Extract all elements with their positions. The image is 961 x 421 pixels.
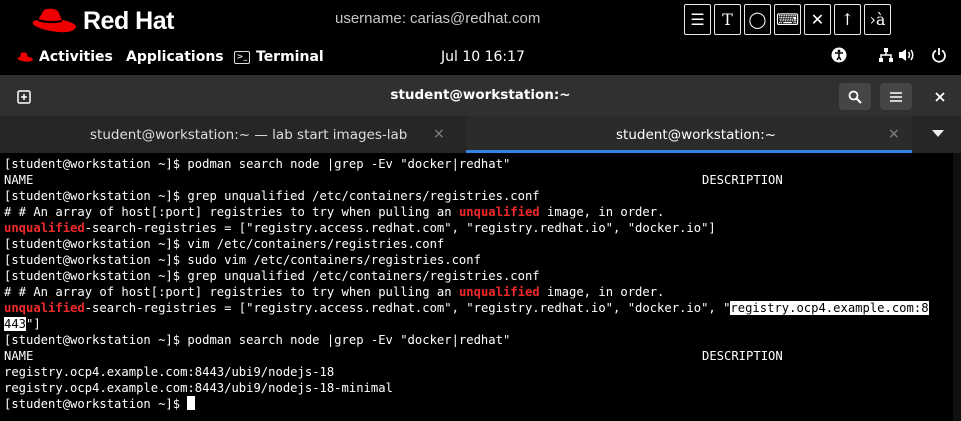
search-icon: [848, 90, 862, 104]
grep-match: unqualified: [4, 221, 85, 235]
tab-lab-start[interactable]: student@workstation:~ — lab start images…: [0, 116, 466, 153]
line-text: [student@workstation ~]$ podman search n…: [4, 333, 511, 347]
line-text: image, in order.: [539, 205, 665, 219]
line-text: [student@workstation ~]$ podman search n…: [4, 157, 511, 171]
terminal-label: Terminal: [256, 49, 324, 65]
terminal-line: # # An array of host[:port] registries t…: [4, 284, 664, 300]
line-text: [student@workstation ~]$: [4, 397, 188, 411]
line-text: registry.ocp4.example.com:8443/ubi9/node…: [4, 365, 335, 379]
terminal-line: [student@workstation ~]$ vim /etc/contai…: [4, 236, 444, 252]
terminal-line: unqualified-search-registries = ["regist…: [4, 220, 716, 236]
terminal-output[interactable]: [student@workstation ~]$ podman search n…: [0, 153, 961, 421]
tab-workstation[interactable]: student@workstation:~ ×: [466, 116, 912, 153]
line-text: [student@workstation ~]$ grep unqualifie…: [4, 189, 540, 203]
line-text: [student@workstation ~]$ vim /etc/contai…: [4, 237, 445, 251]
terminal-line: unqualified-search-registries = ["regist…: [4, 300, 929, 316]
terminal-line: [student@workstation ~]$: [4, 396, 196, 412]
terminal-headerbar: student@workstation:~: [0, 75, 961, 116]
grep-match: unqualified: [458, 285, 540, 299]
line-text: image, in order.: [539, 285, 665, 299]
redhat-logo: Red Hat: [30, 6, 174, 36]
terminal-line: [student@workstation ~]$ podman search n…: [4, 332, 510, 348]
no-mic-icon[interactable]: ✕: [804, 4, 831, 35]
accessibility-icon[interactable]: [831, 47, 847, 63]
line-text: NAME: [4, 349, 34, 363]
terminal-line: [student@workstation ~]$ podman search n…: [4, 156, 510, 172]
upload-icon[interactable]: ↑: [834, 4, 861, 35]
keyboard-icon[interactable]: ⌨: [774, 4, 801, 35]
tab-label: student@workstation:~ — lab start images…: [90, 127, 408, 143]
power-icon[interactable]: [931, 47, 947, 63]
clock-label: Jul 10 16:17: [441, 49, 525, 65]
username-label: username: carias@redhat.com: [335, 10, 541, 27]
brand-bar: Red Hat username: carias@redhat.com ☰ T ◯ ⌨…: [0, 0, 961, 40]
text-tool-icon[interactable]: T: [714, 4, 741, 35]
tab-close-icon[interactable]: ×: [433, 126, 445, 142]
tab-list-dropdown-icon[interactable]: [932, 130, 944, 137]
circle-tool-icon[interactable]: ◯: [744, 4, 771, 35]
line-text: [student@workstation ~]$ sudo vim /etc/c…: [4, 253, 481, 267]
grep-match: unqualified: [458, 205, 540, 219]
terminal-line: registry.ocp4.example.com:8443/ubi9/node…: [4, 364, 334, 380]
close-icon: [935, 91, 945, 102]
close-window-button[interactable]: [924, 83, 956, 110]
terminal-line: [student@workstation ~]$ grep unqualifie…: [4, 188, 540, 204]
description-header: DESCRIPTION: [702, 173, 783, 187]
line-text: [student@workstation ~]$ grep unqualifie…: [4, 269, 540, 283]
line-text: NAME: [4, 173, 34, 187]
selected-text: 443: [4, 317, 27, 331]
clock[interactable]: Jul 10 16:17: [441, 49, 525, 65]
redhat-small-icon: [17, 52, 33, 62]
terminal-line: [student@workstation ~]$ grep unqualifie…: [4, 268, 540, 284]
description-header: DESCRIPTION: [702, 349, 783, 363]
activities-label: Activities: [39, 49, 113, 65]
ime-icon[interactable]: ›à: [864, 4, 891, 35]
grep-match: unqualified: [4, 301, 85, 315]
terminal-line: # # An array of host[:port] registries t…: [4, 204, 664, 220]
terminal-line: registry.ocp4.example.com:8443/ubi9/node…: [4, 380, 393, 396]
line-text: -search-registries = ["registry.access.r…: [84, 301, 731, 315]
line-text: "]: [26, 317, 41, 331]
tab-close-icon[interactable]: ×: [888, 126, 900, 142]
line-text: -search-registries = ["registry.access.r…: [84, 221, 716, 235]
tab-label: student@workstation:~: [616, 127, 777, 143]
selected-text: registry.ocp4.example.com:8: [730, 301, 929, 315]
applications-label: Applications: [126, 49, 224, 65]
terminal-icon: >_: [234, 50, 250, 64]
terminal-scrollbar[interactable]: [953, 153, 961, 421]
terminal-line: NAME: [4, 348, 33, 364]
network-icon[interactable]: [878, 47, 894, 63]
terminal-line: NAME: [4, 172, 33, 188]
search-button[interactable]: [839, 83, 871, 110]
line-text: # # An array of host[:port] registries t…: [4, 285, 459, 299]
applications-menu[interactable]: Applications: [126, 49, 224, 65]
line-text: registry.ocp4.example.com:8443/ubi9/node…: [4, 381, 393, 395]
terminal-app-menu[interactable]: >_ Terminal: [234, 49, 324, 65]
terminal-line: [student@workstation ~]$ sudo vim /etc/c…: [4, 252, 481, 268]
tab-bar: student@workstation:~ — lab start images…: [0, 116, 961, 153]
activities-button[interactable]: Activities: [17, 49, 113, 65]
top-panel: Activities Applications >_ Terminal Jul …: [0, 40, 961, 75]
hamburger-icon: [890, 91, 902, 102]
line-text: # # An array of host[:port] registries t…: [4, 205, 459, 219]
top-toolbar: ☰ T ◯ ⌨ ✕ ↑ ›à: [684, 4, 891, 35]
logo-text: Red Hat: [83, 6, 174, 35]
terminal-cursor: [187, 396, 196, 410]
notes-icon[interactable]: ☰: [684, 4, 711, 35]
terminal-line: 443"]: [4, 316, 41, 332]
volume-icon[interactable]: [898, 47, 916, 63]
window-title: student@workstation:~: [390, 87, 571, 103]
redhat-hat-icon: [32, 8, 76, 33]
menu-button[interactable]: [880, 83, 912, 110]
